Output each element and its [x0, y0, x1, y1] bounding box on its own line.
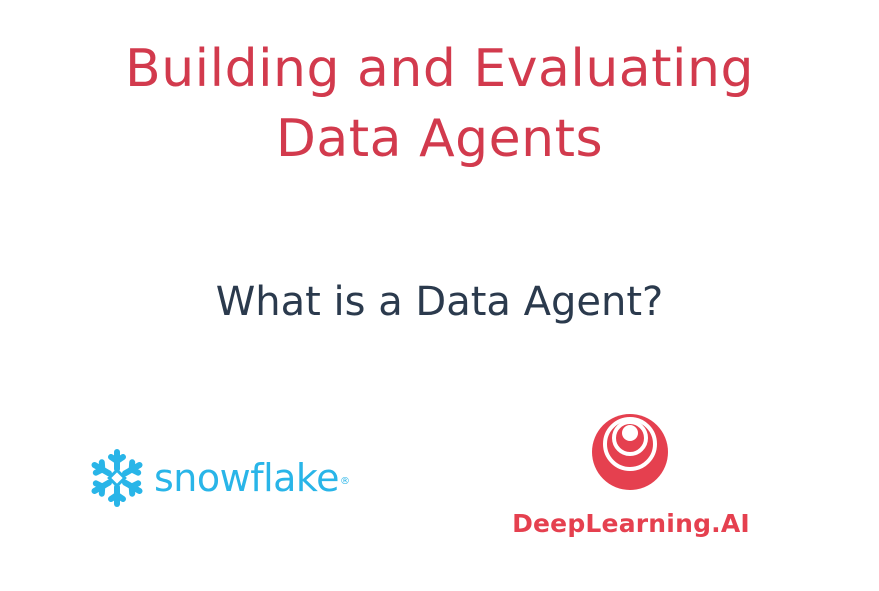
- snowflake-wordmark: snowflake®: [154, 456, 350, 500]
- deeplearning-ai-wordmark: DeepLearning.AI: [512, 509, 750, 538]
- snowflake-icon: [91, 449, 143, 507]
- slide-title-line-2: Data Agents: [275, 109, 604, 169]
- slide: Building and Evaluating Data Agents What…: [0, 0, 879, 591]
- snowflake-logo: snowflake®: [86, 447, 350, 509]
- snowflake-wordmark-text: snowflake: [154, 456, 339, 500]
- slide-title: Building and Evaluating Data Agents: [0, 34, 879, 174]
- registered-mark: ®: [339, 476, 350, 487]
- slide-title-line-1: Building and Evaluating: [125, 39, 754, 99]
- deeplearning-ai-icon: [592, 414, 668, 490]
- slide-subtitle: What is a Data Agent?: [215, 279, 664, 325]
